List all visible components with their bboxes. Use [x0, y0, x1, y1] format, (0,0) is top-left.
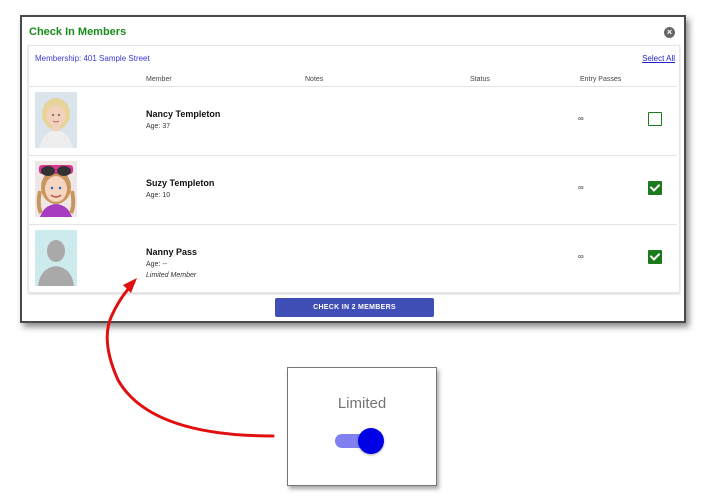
limited-toggle[interactable]: [335, 428, 385, 454]
limited-label: Limited: [337, 395, 387, 412]
zoom-callout: Limited: [287, 367, 437, 486]
toggle-knob: [358, 428, 384, 454]
